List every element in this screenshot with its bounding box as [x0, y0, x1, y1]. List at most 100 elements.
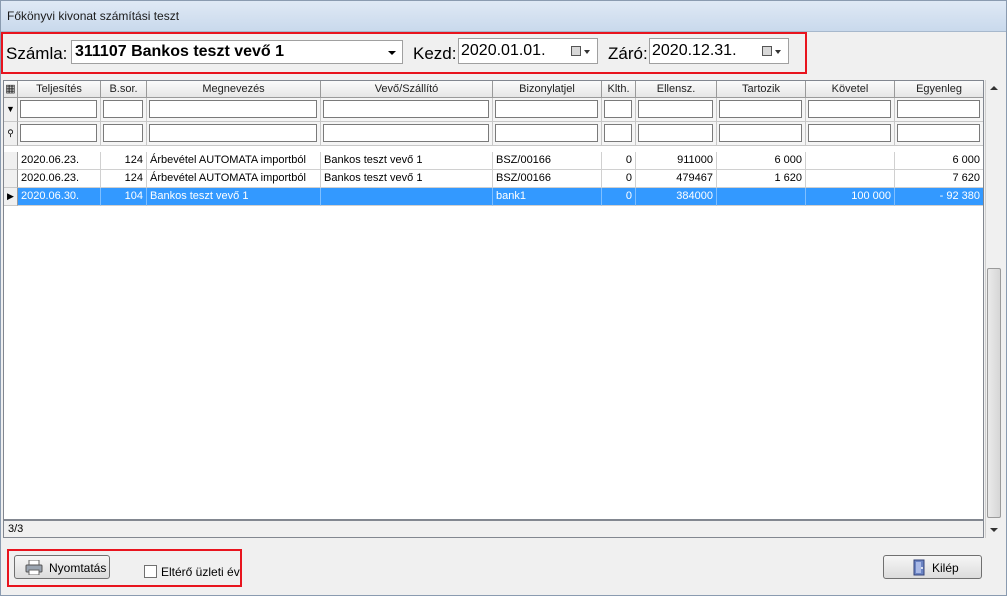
cell-teljesites[interactable]: 2020.06.23.	[18, 152, 101, 170]
search-input-kovetel[interactable]	[808, 124, 891, 142]
ledger-grid[interactable]: ▦ ▼ ⚲ Teljesítés B.sor. Megnevezés Vevő/Szá…	[3, 80, 984, 520]
column-header-b-sor[interactable]: B.sor.	[101, 81, 147, 98]
search-input-teljesites[interactable]	[20, 124, 97, 142]
end-date-value: 2020.12.31.	[652, 42, 737, 59]
start-date-value: 2020.01.01.	[461, 42, 546, 59]
cell-megnevezes[interactable]: Bankos teszt vevő 1	[147, 188, 321, 206]
cell-klth[interactable]: 0	[602, 188, 636, 206]
search-input-ellensz[interactable]	[638, 124, 713, 142]
end-date-field[interactable]: 2020.12.31.	[649, 38, 789, 64]
cell-kovetel[interactable]	[806, 152, 895, 170]
column-header-tartozik[interactable]: Tartozik	[717, 81, 806, 98]
cell-bizonylatjel[interactable]: BSZ/00166	[493, 152, 602, 170]
search-cell-ellensz	[636, 122, 717, 146]
search-input-tartozik[interactable]	[719, 124, 802, 142]
cell-ellensz[interactable]: 479467	[636, 170, 717, 188]
cell-tartozik[interactable]	[717, 188, 806, 206]
filter-input-klth[interactable]	[604, 100, 632, 118]
column-header-kovetel[interactable]: Követel	[806, 81, 895, 98]
cell-egyenleg[interactable]: - 92 380	[895, 188, 983, 206]
chevron-down-icon[interactable]	[388, 51, 396, 55]
cell-vevo-szallito[interactable]	[321, 188, 493, 206]
scroll-thumb[interactable]	[987, 268, 1001, 518]
cell-vevo-szallito[interactable]: Bankos teszt vevő 1	[321, 170, 493, 188]
filter-cell-klth	[602, 98, 636, 122]
filter-input-egyenleg[interactable]	[897, 100, 980, 118]
search-input-egyenleg[interactable]	[897, 124, 980, 142]
cell-b-sor[interactable]: 104	[101, 188, 147, 206]
exit-button-label: Kilép	[932, 561, 959, 575]
row-pointer-icon[interactable]: ▶	[4, 188, 18, 206]
cell-megnevezes[interactable]: Árbevétel AUTOMATA importból	[147, 170, 321, 188]
cell-b-sor[interactable]: 124	[101, 152, 147, 170]
chevron-down-icon[interactable]	[775, 50, 781, 54]
column-header-ellensz[interactable]: Ellensz.	[636, 81, 717, 98]
cell-b-sor[interactable]: 124	[101, 170, 147, 188]
exit-button[interactable]: Kilép	[883, 555, 982, 579]
cell-megnevezes[interactable]: Árbevétel AUTOMATA importból	[147, 152, 321, 170]
search-input-bizonylatjel[interactable]	[495, 124, 598, 142]
cell-ellensz[interactable]: 911000	[636, 152, 717, 170]
cell-egyenleg[interactable]: 6 000	[895, 152, 983, 170]
column-header-klth[interactable]: Klth.	[602, 81, 636, 98]
cell-bizonylatjel[interactable]: BSZ/00166	[493, 170, 602, 188]
cell-kovetel[interactable]: 100 000	[806, 188, 895, 206]
main-window: Főkönyvi kivonat számítási teszt Számla:…	[0, 0, 1007, 596]
column-header-bizonylatjel[interactable]: Bizonylatjel	[493, 81, 602, 98]
filter-cell-bizonylatjel	[493, 98, 602, 122]
filter-input-b-sor[interactable]	[103, 100, 143, 118]
chevron-down-icon[interactable]	[584, 50, 590, 54]
account-combo-value: 311107 Bankos teszt vevő 1	[75, 43, 285, 60]
status-bar: 3/3	[3, 520, 984, 538]
different-business-year-label: Eltérő üzleti év	[161, 565, 240, 579]
search-cell-klth	[602, 122, 636, 146]
start-date-field[interactable]: 2020.01.01.	[458, 38, 598, 64]
cell-kovetel[interactable]	[806, 170, 895, 188]
scroll-up-icon[interactable]	[990, 86, 998, 90]
search-cell-tartozik	[717, 122, 806, 146]
cell-egyenleg[interactable]: 7 620	[895, 170, 983, 188]
cell-tartozik[interactable]: 1 620	[717, 170, 806, 188]
print-button[interactable]: Nyomtatás	[14, 555, 110, 579]
search-cell-vevo-szallito	[321, 122, 493, 146]
different-business-year-checkbox[interactable]	[144, 565, 157, 578]
cell-klth[interactable]: 0	[602, 170, 636, 188]
cell-ellensz[interactable]: 384000	[636, 188, 717, 206]
search-cell-megnevezes	[147, 122, 321, 146]
search-input-klth[interactable]	[604, 124, 632, 142]
column-header-egyenleg[interactable]: Egyenleg	[895, 81, 983, 98]
column-header-teljesites[interactable]: Teljesítés	[18, 81, 101, 98]
search-input-b-sor[interactable]	[103, 124, 143, 142]
filter-cell-ellensz	[636, 98, 717, 122]
filter-input-kovetel[interactable]	[808, 100, 891, 118]
cell-klth[interactable]: 0	[602, 152, 636, 170]
scroll-down-icon[interactable]	[990, 528, 998, 532]
calendar-icon[interactable]	[571, 46, 581, 56]
filter-input-vevo-szallito[interactable]	[323, 100, 489, 118]
cell-bizonylatjel[interactable]: bank1	[493, 188, 602, 206]
filter-cell-b-sor	[101, 98, 147, 122]
filter-cell-vevo-szallito	[321, 98, 493, 122]
calendar-icon[interactable]	[762, 46, 772, 56]
filter-cell-teljesites	[18, 98, 101, 122]
filter-input-tartozik[interactable]	[719, 100, 802, 118]
filter-input-teljesites[interactable]	[20, 100, 97, 118]
filter-input-megnevezes[interactable]	[149, 100, 317, 118]
vertical-scrollbar[interactable]	[985, 80, 1002, 538]
search-cell-b-sor	[101, 122, 147, 146]
cell-tartozik[interactable]: 6 000	[717, 152, 806, 170]
filter-panel: Számla: 311107 Bankos teszt vevő 1 Kezd:…	[1, 32, 1006, 77]
cell-vevo-szallito[interactable]: Bankos teszt vevő 1	[321, 152, 493, 170]
row-header[interactable]	[4, 170, 18, 188]
cell-teljesites[interactable]: 2020.06.23.	[18, 170, 101, 188]
search-input-megnevezes[interactable]	[149, 124, 317, 142]
row-header[interactable]	[4, 152, 18, 170]
cell-teljesites[interactable]: 2020.06.30.	[18, 188, 101, 206]
column-header-vevo-szallito[interactable]: Vevő/Szállító	[321, 81, 493, 98]
search-input-vevo-szallito[interactable]	[323, 124, 489, 142]
account-combo[interactable]: 311107 Bankos teszt vevő 1	[71, 40, 403, 64]
column-header-megnevezes[interactable]: Megnevezés	[147, 81, 321, 98]
filter-input-bizonylatjel[interactable]	[495, 100, 598, 118]
column-chooser-icon[interactable]: ▦	[4, 81, 18, 98]
filter-input-ellensz[interactable]	[638, 100, 713, 118]
